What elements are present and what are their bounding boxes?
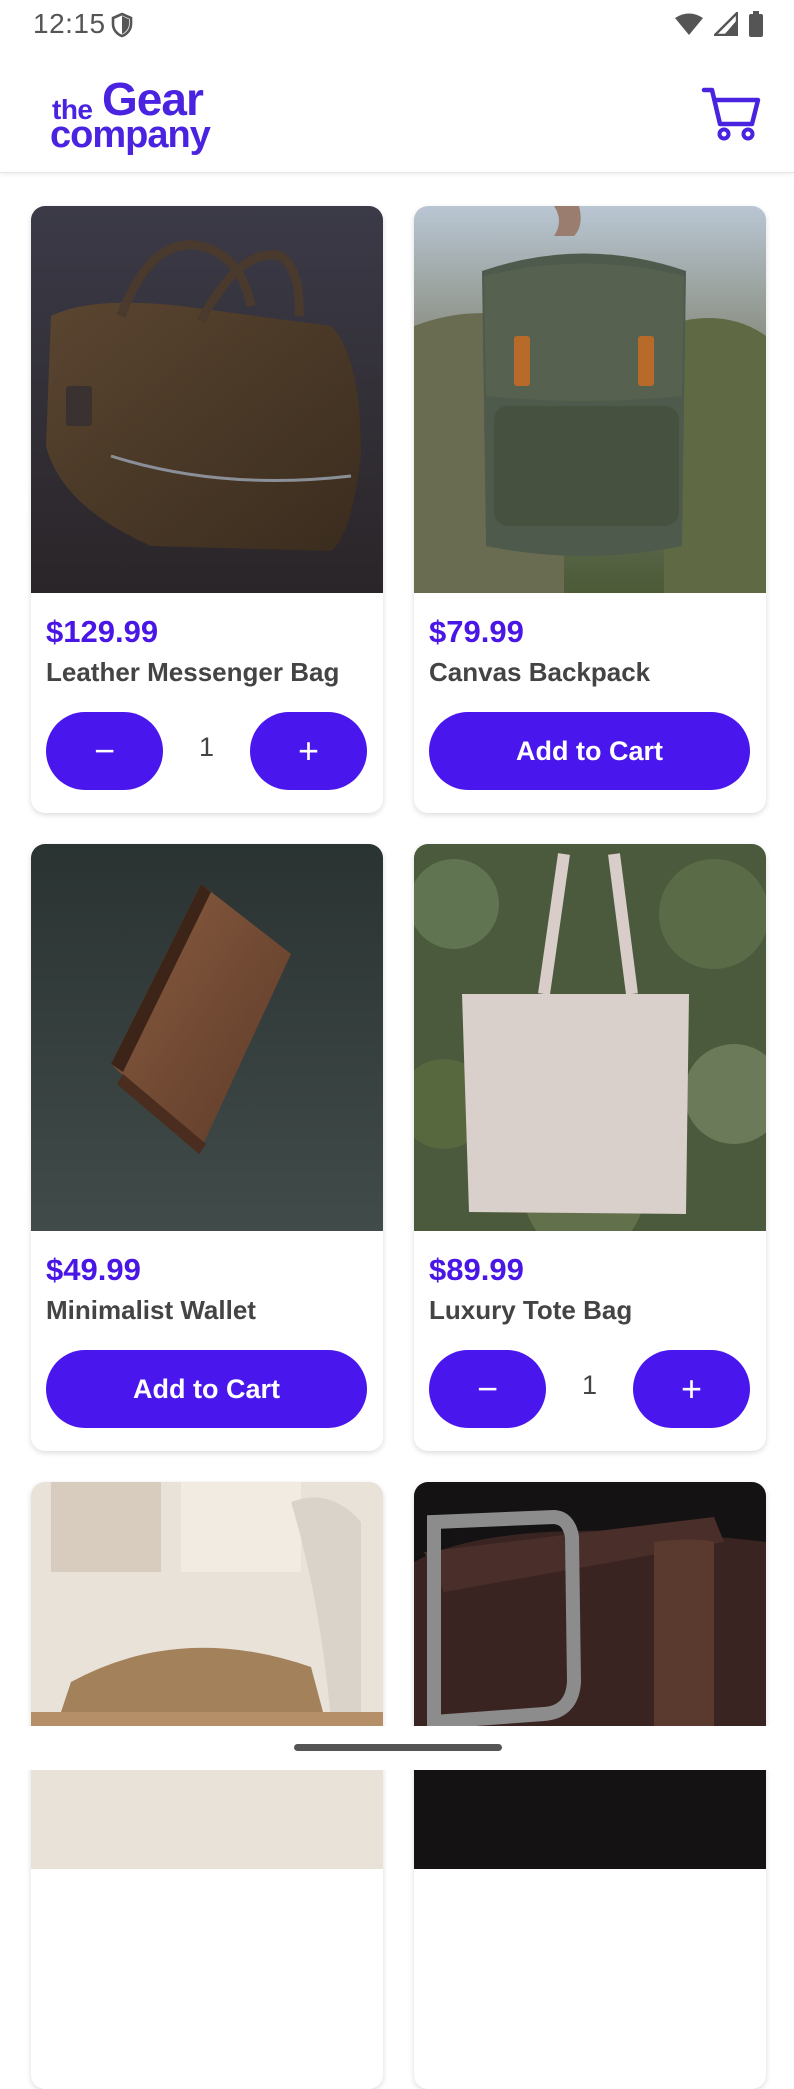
product-price: $89.99 [429,1252,524,1287]
product-image-canvas-backpack[interactable] [414,206,766,593]
product-price: $129.99 [46,614,159,649]
signal-icon [714,12,738,36]
product-name: Canvas Backpack [429,657,651,687]
shopping-cart-icon[interactable] [700,80,764,144]
quantity-value: 1 [581,1370,598,1400]
product-name: Minimalist Wallet [46,1295,256,1325]
decrease-quantity-button[interactable]: − [429,1350,546,1428]
product-card-canvas-backpack[interactable]: $79.99 Canvas Backpack Add to Cart [414,206,766,813]
status-time: 12:15 [33,8,106,39]
shield-icon [111,12,133,38]
product-card[interactable] [31,1482,383,2089]
product-price: $49.99 [46,1252,141,1287]
product-name: Leather Messenger Bag [46,657,340,687]
product-name: Luxury Tote Bag [429,1295,633,1325]
status-bar: 12:15 [0,0,794,50]
app-bar: the Gear company [0,50,794,173]
gear-company-logo[interactable]: the Gear company [50,70,240,160]
increase-quantity-button[interactable]: + [250,712,367,790]
battery-icon [749,11,763,37]
add-to-cart-button[interactable]: Add to Cart [46,1350,367,1428]
product-image-luxury-tote-bag[interactable] [414,844,766,1231]
add-to-cart-button[interactable]: Add to Cart [429,712,750,790]
decrease-quantity-button[interactable]: − [46,712,163,790]
quantity-value: 1 [198,732,215,762]
increase-quantity-button[interactable]: + [633,1350,750,1428]
product-image-duffel-bag[interactable] [31,1482,383,1869]
logo-company: company [50,114,211,156]
product-image-leather-messenger-bag[interactable] [31,206,383,593]
product-card-minimalist-wallet[interactable]: $49.99 Minimalist Wallet Add to Cart [31,844,383,1451]
home-indicator[interactable] [294,1744,502,1751]
product-card-leather-messenger-bag[interactable]: $129.99 Leather Messenger Bag − 1 + [31,206,383,813]
product-card-luxury-tote-bag[interactable]: $89.99 Luxury Tote Bag − 1 + [414,844,766,1451]
status-icons [674,11,764,37]
product-price: $79.99 [429,614,524,649]
product-image-minimalist-wallet[interactable] [31,844,383,1231]
product-image-leather-belt[interactable] [414,1482,766,1869]
product-card[interactable] [414,1482,766,2089]
wifi-icon [675,13,703,35]
